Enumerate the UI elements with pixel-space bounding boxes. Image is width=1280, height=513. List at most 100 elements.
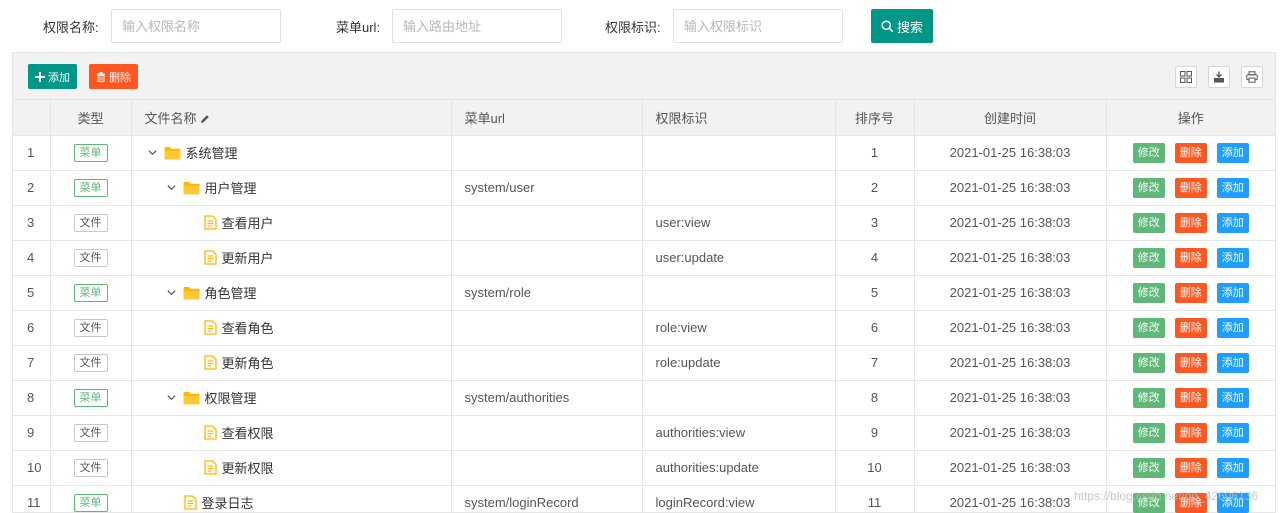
operations-cell: 修改 删除 添加 <box>1106 380 1275 416</box>
edit-button[interactable]: 修改 <box>1132 457 1165 478</box>
table-row[interactable]: 8 菜单 权限管理 system/authorities 8 2021-01-25 16:… <box>13 380 1275 416</box>
permission-key-input[interactable] <box>673 9 843 43</box>
row-delete-button[interactable]: 删除 <box>1174 492 1207 513</box>
expand-chevron-icon[interactable] <box>165 181 179 195</box>
edit-button[interactable]: 修改 <box>1132 387 1165 408</box>
type-tag: 菜单 <box>73 178 108 197</box>
header-permission-key[interactable]: 权限标识 <box>642 100 836 136</box>
row-add-button[interactable]: 添加 <box>1216 457 1249 478</box>
table-row[interactable]: 7 文件 更新角色 role:update 7 2021-01-25 16:38:03 修改… <box>13 345 1275 381</box>
row-delete-button[interactable]: 删除 <box>1174 282 1207 303</box>
row-delete-button[interactable]: 删除 <box>1174 387 1207 408</box>
node-name[interactable]: 查看权限 <box>222 423 274 442</box>
header-menu-url[interactable]: 菜单url <box>451 100 643 136</box>
menu-url-cell <box>451 450 643 486</box>
search-icon <box>881 19 894 32</box>
order-cell: 5 <box>835 275 915 311</box>
table-row[interactable]: 6 文件 查看角色 role:view 6 2021-01-25 16:38:03 修改 删除… <box>13 310 1275 346</box>
table-row[interactable]: 10 文件 更新权限 authorities:update 10 2021-01-25 1… <box>13 450 1275 486</box>
created-time-cell: 2021-01-25 16:38:03 <box>914 135 1107 171</box>
search-button[interactable]: 搜索 <box>871 9 933 43</box>
created-time-cell: 2021-01-25 16:38:03 <box>914 275 1107 311</box>
row-add-button[interactable]: 添加 <box>1216 387 1249 408</box>
delete-button-label: 删除 <box>109 71 131 84</box>
node-name[interactable]: 角色管理 <box>205 283 257 302</box>
edit-button[interactable]: 修改 <box>1132 247 1165 268</box>
table-row[interactable]: 9 文件 查看权限 authorities:view 9 2021-01-25 16:38… <box>13 415 1275 451</box>
created-time-cell: 2021-01-25 16:38:03 <box>914 310 1107 346</box>
edit-button[interactable]: 修改 <box>1132 317 1165 338</box>
menu-url-cell: system/role <box>451 275 643 311</box>
type-cell: 文件 <box>50 450 132 486</box>
row-delete-button[interactable]: 删除 <box>1174 422 1207 443</box>
row-add-button[interactable]: 添加 <box>1216 142 1249 163</box>
row-index: 2 <box>13 170 51 206</box>
edit-button[interactable]: 修改 <box>1132 177 1165 198</box>
row-add-button[interactable]: 添加 <box>1216 492 1249 513</box>
node-name[interactable]: 权限管理 <box>205 388 257 407</box>
row-delete-button[interactable]: 删除 <box>1174 142 1207 163</box>
edit-button[interactable]: 修改 <box>1132 282 1165 303</box>
expand-chevron-icon[interactable] <box>165 391 179 405</box>
type-tag: 文件 <box>73 458 108 477</box>
node-name[interactable]: 查看用户 <box>222 213 274 232</box>
header-type[interactable]: 类型 <box>50 100 132 136</box>
row-add-button[interactable]: 添加 <box>1216 177 1249 198</box>
node-name[interactable]: 用户管理 <box>205 178 257 197</box>
row-delete-button[interactable]: 删除 <box>1174 212 1207 233</box>
table-row[interactable]: 3 文件 查看用户 user:view 3 2021-01-25 16:38:03 修改 删除… <box>13 205 1275 241</box>
print-button[interactable] <box>1241 66 1263 88</box>
expand-chevron-icon[interactable] <box>165 286 179 300</box>
node-name[interactable]: 登录日志 <box>202 493 254 512</box>
plus-icon <box>35 71 45 82</box>
edit-button[interactable]: 修改 <box>1132 352 1165 373</box>
search-button-label: 搜索 <box>896 19 923 35</box>
row-delete-button[interactable]: 删除 <box>1174 352 1207 373</box>
row-add-button[interactable]: 添加 <box>1216 212 1249 233</box>
name-cell: 权限管理 <box>131 380 452 416</box>
table-row[interactable]: 11 菜单 登录日志 system/loginRecord loginRecord:vi… <box>13 485 1275 513</box>
permission-name-input[interactable] <box>111 9 281 43</box>
name-cell: 更新用户 <box>131 240 452 276</box>
order-cell: 6 <box>835 310 915 346</box>
header-created-time[interactable]: 创建时间 <box>914 100 1107 136</box>
expand-chevron-icon[interactable] <box>146 146 160 160</box>
row-delete-button[interactable]: 删除 <box>1174 177 1207 198</box>
columns-filter-button[interactable] <box>1175 66 1197 88</box>
edit-button[interactable]: 修改 <box>1132 142 1165 163</box>
type-tag: 文件 <box>73 353 108 372</box>
edit-button[interactable]: 修改 <box>1132 212 1165 233</box>
node-name[interactable]: 更新权限 <box>222 458 274 477</box>
node-name[interactable]: 更新用户 <box>222 248 274 267</box>
node-name[interactable]: 查看角色 <box>222 318 274 337</box>
name-cell: 登录日志 <box>131 485 452 513</box>
export-button[interactable] <box>1208 66 1230 88</box>
menu-url-input[interactable] <box>392 9 562 43</box>
type-tag: 菜单 <box>73 283 108 302</box>
edit-button[interactable]: 修改 <box>1132 492 1165 513</box>
order-cell: 9 <box>835 415 915 451</box>
header-order[interactable]: 排序号 <box>835 100 915 136</box>
header-name[interactable]: 文件名称 <box>131 100 452 136</box>
columns-icon <box>1180 71 1192 83</box>
row-add-button[interactable]: 添加 <box>1216 247 1249 268</box>
node-name[interactable]: 更新角色 <box>222 353 274 372</box>
row-delete-button[interactable]: 删除 <box>1174 317 1207 338</box>
table-row[interactable]: 1 菜单 系统管理 1 2021-01-25 16:38:03 修改 删除 添加 <box>13 135 1275 171</box>
edit-button[interactable]: 修改 <box>1132 422 1165 443</box>
row-add-button[interactable]: 添加 <box>1216 282 1249 303</box>
row-delete-button[interactable]: 删除 <box>1174 457 1207 478</box>
row-add-button[interactable]: 添加 <box>1216 422 1249 443</box>
table-row[interactable]: 4 文件 更新用户 user:update 4 2021-01-25 16:38:03 修改… <box>13 240 1275 276</box>
row-add-button[interactable]: 添加 <box>1216 317 1249 338</box>
type-tag: 菜单 <box>73 493 108 512</box>
table-row[interactable]: 5 菜单 角色管理 system/role 5 2021-01-25 16:38:03 修改… <box>13 275 1275 311</box>
name-cell: 更新角色 <box>131 345 452 381</box>
delete-button[interactable]: 删除 <box>89 64 138 89</box>
print-icon <box>1246 71 1258 83</box>
row-delete-button[interactable]: 删除 <box>1174 247 1207 268</box>
table-row[interactable]: 2 菜单 用户管理 system/user 2 2021-01-25 16:38:03 修改… <box>13 170 1275 206</box>
row-add-button[interactable]: 添加 <box>1216 352 1249 373</box>
add-button[interactable]: 添加 <box>28 64 77 89</box>
node-name[interactable]: 系统管理 <box>186 143 238 162</box>
